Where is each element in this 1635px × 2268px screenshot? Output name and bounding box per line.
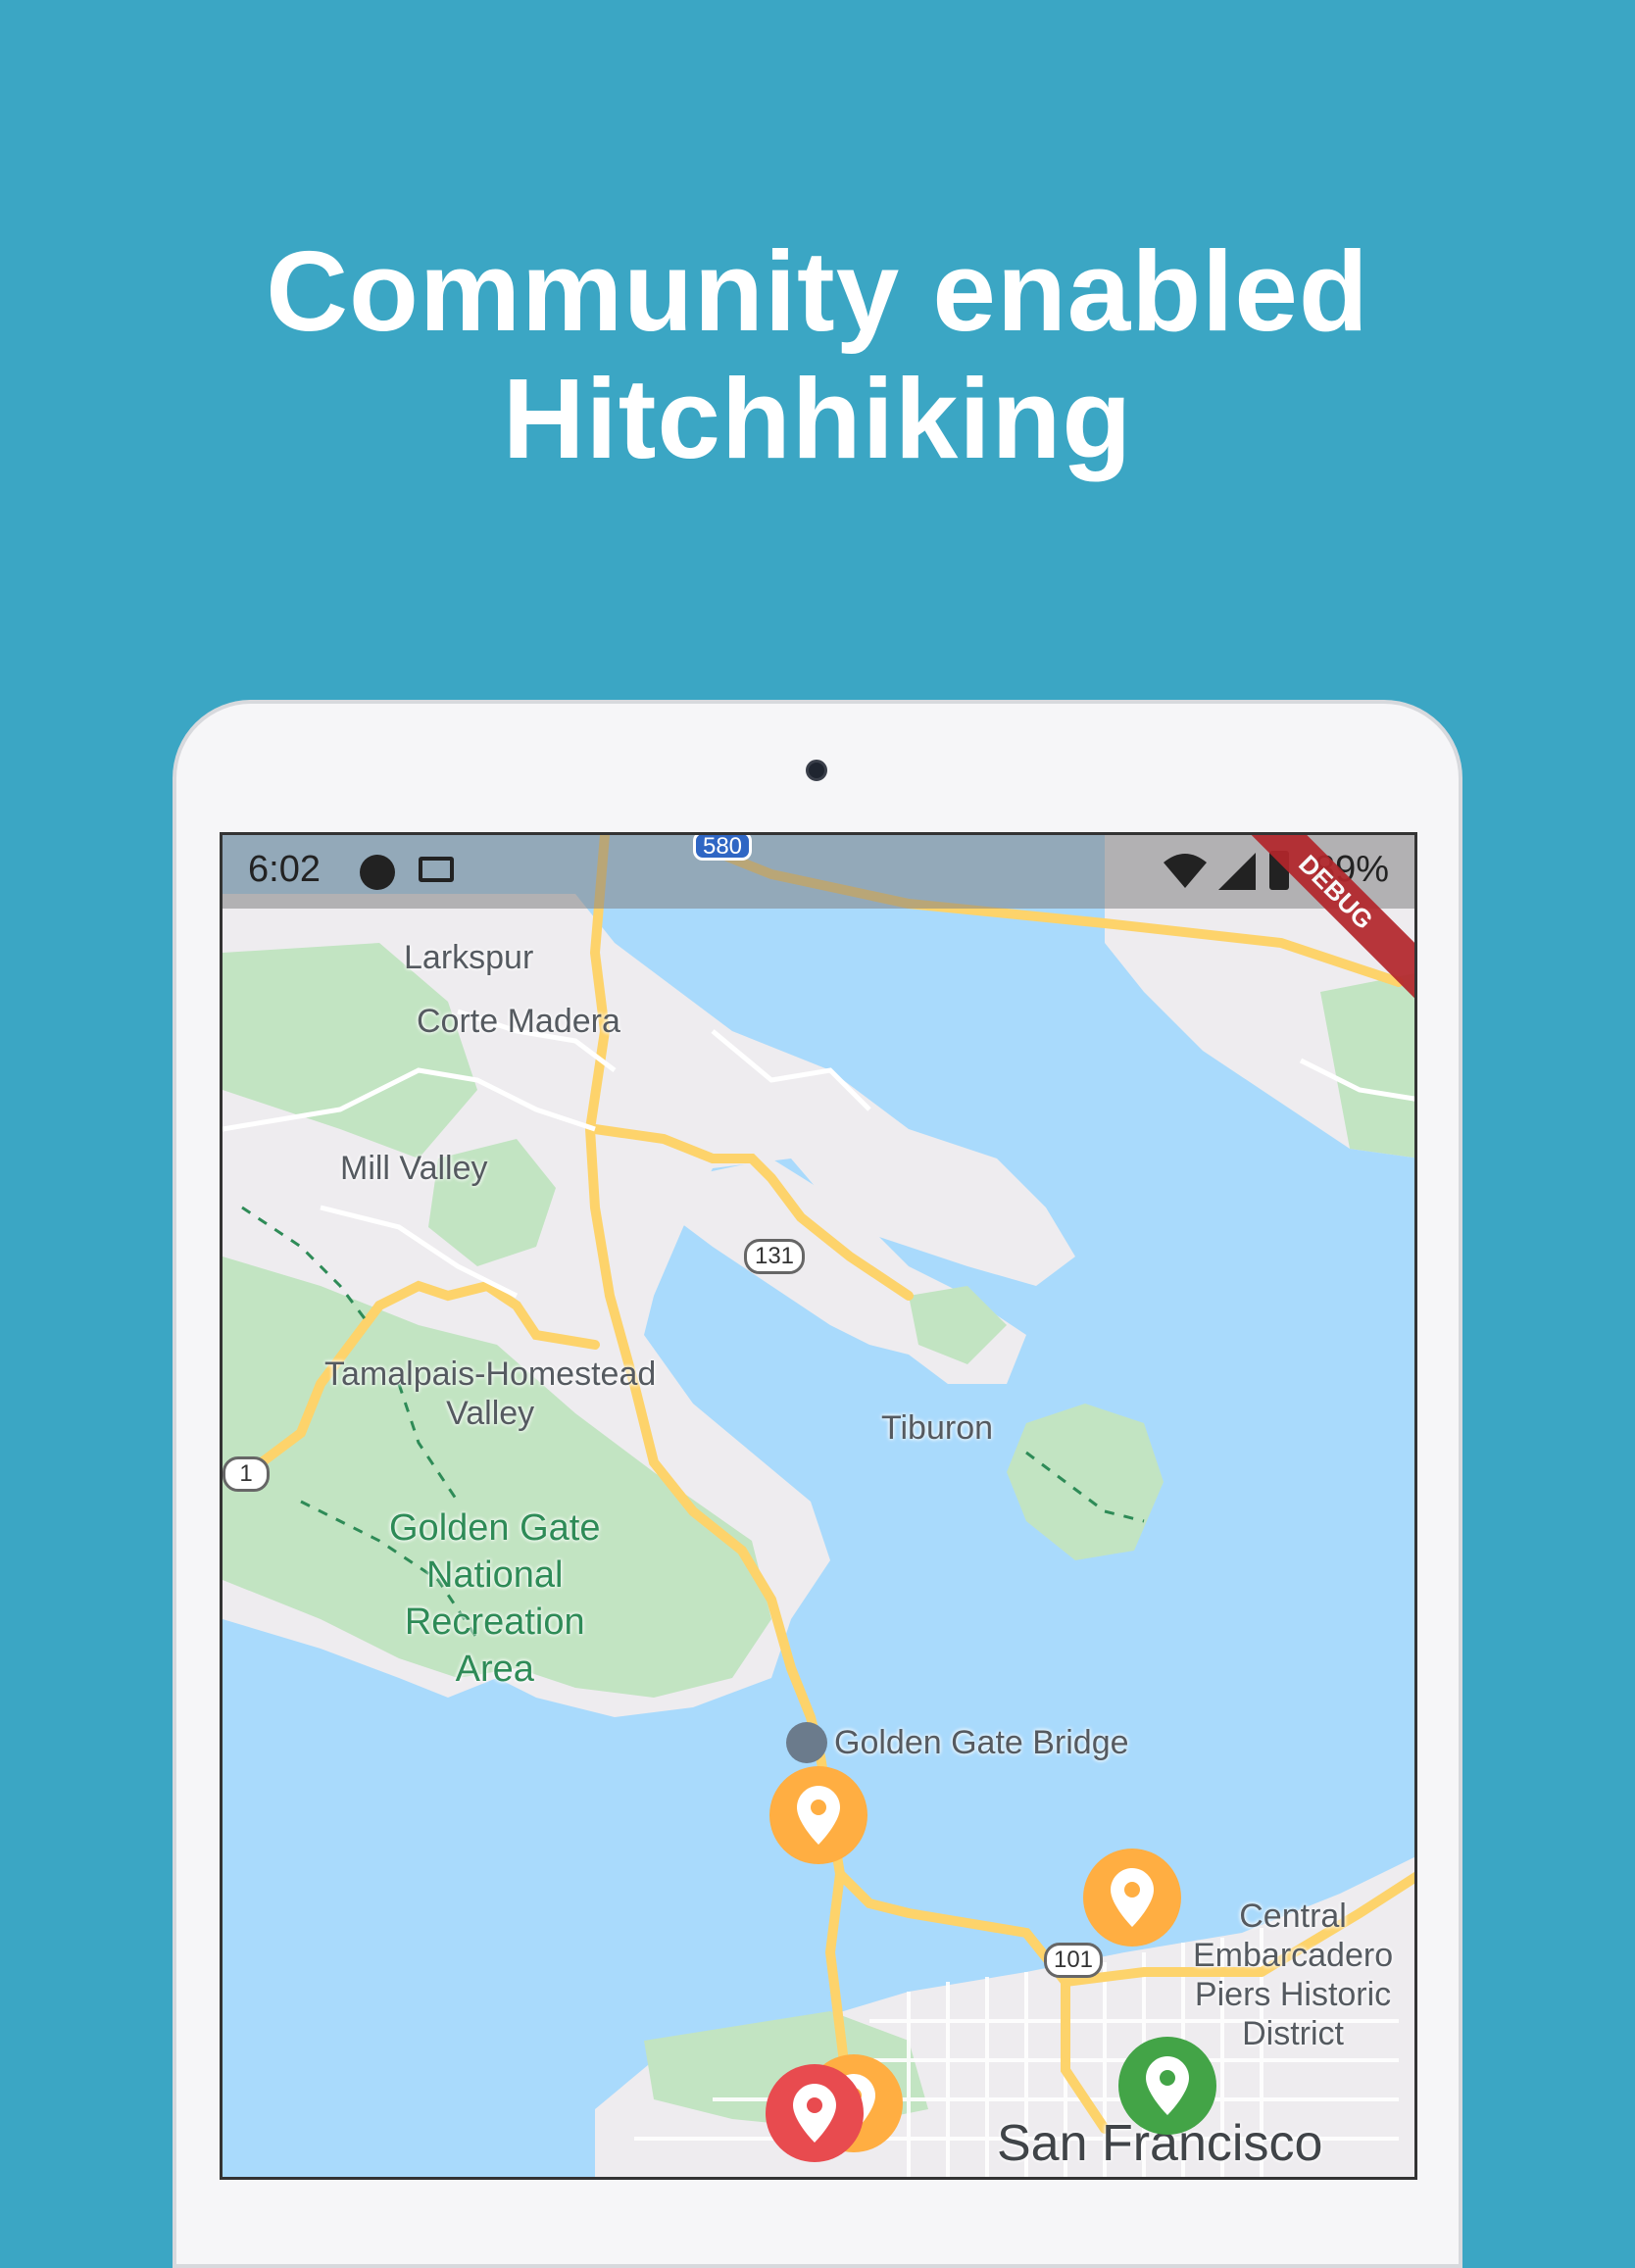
highway-shield-131: 131 (744, 1239, 805, 1274)
map-screen[interactable]: 6:02 89% DEBUG 580 131 1 101 Larkspur Co… (220, 832, 1417, 2180)
label-golden-gate-bridge: Golden Gate Bridge (834, 1724, 1129, 1761)
label-corte-madera: Corte Madera (417, 1003, 620, 1040)
pin-green[interactable] (1118, 2037, 1216, 2135)
label-gg-nra-line-2: National (426, 1554, 564, 1596)
label-central-line-4: District (1242, 2015, 1344, 2052)
label-larkspur: Larkspur (404, 939, 534, 976)
cast-icon (419, 857, 454, 882)
highway-shield-1: 1 (223, 1456, 270, 1492)
signal-icon (1218, 853, 1256, 895)
label-tamalpais-line-1: Tamalpais-Homestead (324, 1356, 657, 1393)
label-tamalpais-line-2: Valley (446, 1395, 535, 1432)
label-central-line-3: Piers Historic (1194, 1976, 1392, 2013)
label-gg-nra-line-4: Area (455, 1649, 534, 1690)
label-gg-nra-line-3: Recreation (404, 1602, 585, 1643)
status-time: 6:02 (248, 849, 321, 890)
headline-line-2: Hitchhiking (502, 355, 1133, 482)
headline-line-1: Community enabled (266, 227, 1369, 355)
label-gg-nra-line-1: Golden Gate (389, 1507, 601, 1549)
label-central-embarcadero: Central Embarcadero Piers Historic Distr… (1193, 1897, 1393, 2053)
pin-orange[interactable] (769, 1766, 867, 1864)
front-camera (806, 760, 827, 781)
label-central-line-2: Embarcadero (1193, 1937, 1394, 1974)
wifi-icon (1164, 851, 1207, 895)
label-golden-gate-nra: Golden Gate National Recreation Area (389, 1504, 600, 1693)
label-mill-valley: Mill Valley (340, 1150, 488, 1187)
headline: Community enabled Hitchhiking (0, 227, 1635, 482)
highway-shield-101: 101 (1044, 1943, 1103, 1978)
status-bar: 6:02 89% (223, 835, 1414, 909)
pin-red[interactable] (766, 2064, 864, 2162)
label-tamalpais: Tamalpais-Homestead Valley (324, 1355, 656, 1433)
highway-shield-580: 580 (693, 835, 752, 861)
pin-orange[interactable] (1083, 1849, 1181, 1947)
label-central-line-1: Central (1239, 1898, 1347, 1935)
bridge-icon (786, 1722, 827, 1763)
label-tiburon: Tiburon (881, 1409, 994, 1447)
app-indicator-icon (360, 855, 395, 890)
